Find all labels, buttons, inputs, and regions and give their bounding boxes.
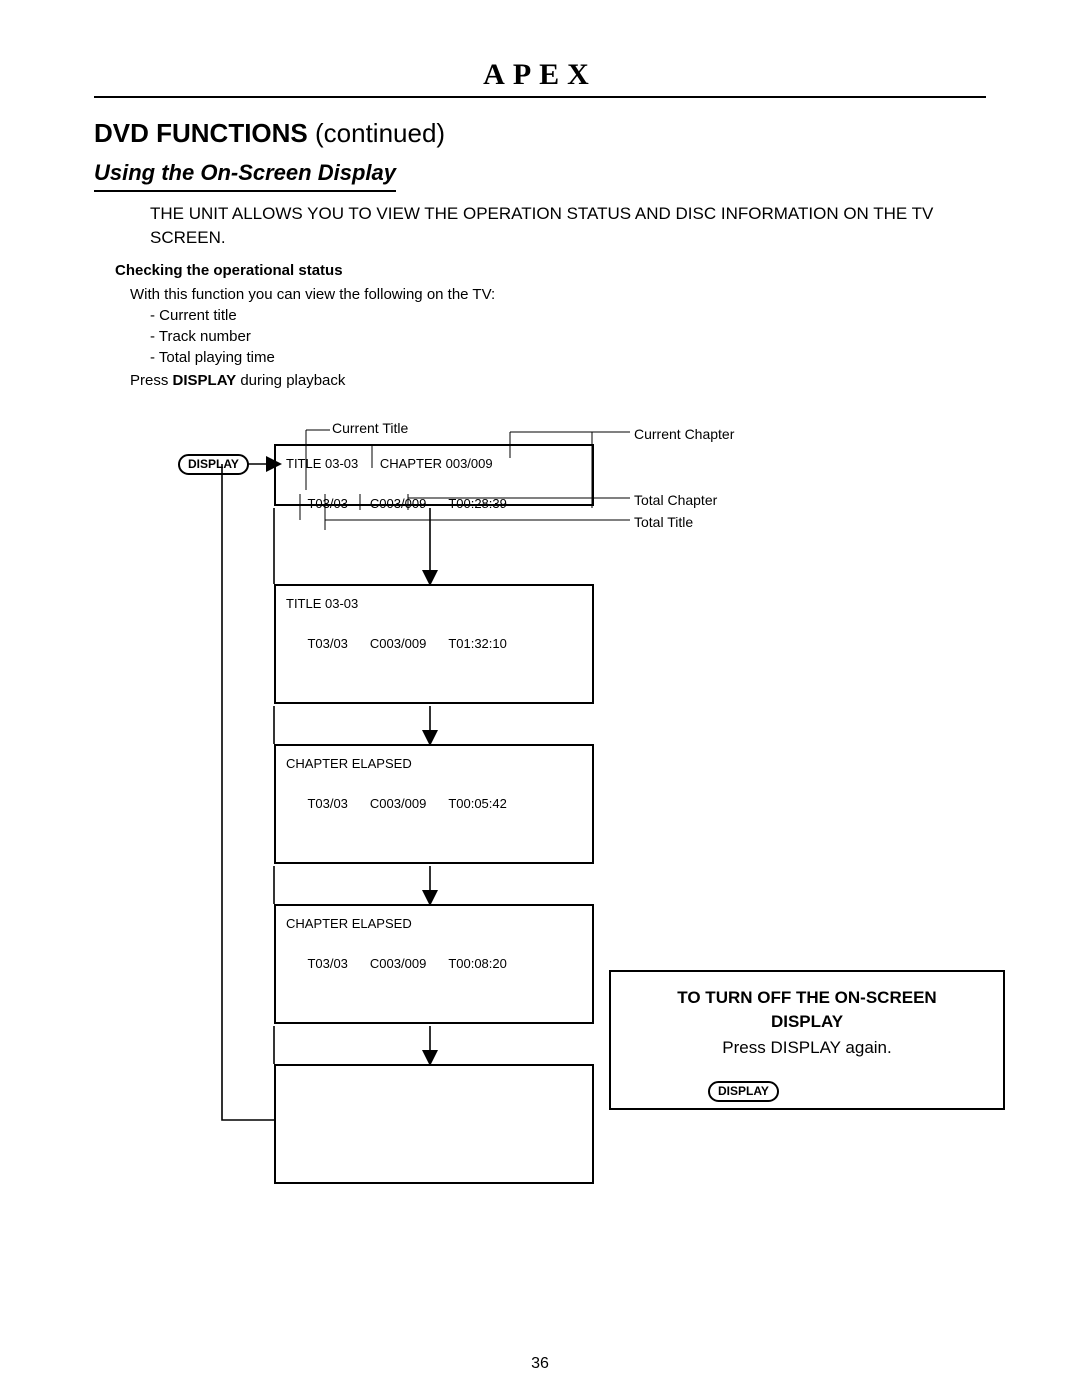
display-remote-button: DISPLAY [178,454,249,475]
turn-off-box: TO TURN OFF THE ON-SCREEN DISPLAY Press … [609,970,1005,1110]
turnoff-text: Press DISPLAY again. [627,1036,987,1060]
s3-t: T03/03 [307,796,347,811]
s1-c: C003/009 [370,496,426,511]
intro-paragraph: THE UNIT ALLOWS YOU TO VIEW THE OPERATIO… [150,202,980,250]
turnoff-heading: TO TURN OFF THE ON-SCREEN DISPLAY [627,986,987,1034]
osd-screen-2: TITLE 03-03 T03/03 C003/009 T01:32:10 [274,584,594,704]
page-number: 36 [0,1355,1080,1373]
anno-total-chapter: Total Chapter [634,492,717,508]
check-item: - Track number [150,326,495,347]
subsection-title: Using the On-Screen Display [94,160,396,192]
brand-logo: APEX [0,58,1080,92]
s2-c: C003/009 [370,636,426,651]
display-remote-button: DISPLAY [708,1081,779,1102]
s2-time: T01:32:10 [448,636,507,651]
s1-t: T03/03 [307,496,347,511]
osd-screen-3: CHAPTER ELAPSED T03/03 C003/009 T00:05:42 [274,744,594,864]
check-item: - Total playing time [150,347,495,368]
section-title-rest: (continued) [308,118,445,148]
anno-current-chapter: Current Chapter [634,426,734,442]
checking-status-heading: Checking the operational status [115,262,343,279]
section-title-bold: DVD FUNCTIONS [94,118,308,148]
checking-status-body: With this function you can view the foll… [130,284,495,391]
s4-t: T03/03 [307,956,347,971]
section-title: DVD FUNCTIONS (continued) [94,118,445,149]
check-lead: With this function you can view the foll… [130,284,495,305]
s4-time: T00:08:20 [448,956,507,971]
s4-title: CHAPTER ELAPSED [286,916,412,931]
osd-screen-5-blank [274,1064,594,1184]
s2-title: TITLE 03-03 [286,596,358,611]
anno-total-title: Total Title [634,514,693,530]
s4-c: C003/009 [370,956,426,971]
s3-c: C003/009 [370,796,426,811]
osd-screen-4: CHAPTER ELAPSED T03/03 C003/009 T00:08:20 [274,904,594,1024]
anno-current-title: Current Title [332,420,408,436]
press-display-line: Press DISPLAY during playback [130,370,495,391]
s1-title: TITLE 03-03 [286,456,358,471]
manual-page: APEX DVD FUNCTIONS (continued) Using the… [0,0,1080,1397]
s3-time: T00:05:42 [448,796,507,811]
s1-time: T00:28:39 [448,496,507,511]
check-item: - Current title [150,305,495,326]
header-rule [94,96,986,98]
s1-chapter: CHAPTER 003/009 [380,456,493,471]
s3-title: CHAPTER ELAPSED [286,756,412,771]
s2-t: T03/03 [307,636,347,651]
osd-screen-1: TITLE 03-03 CHAPTER 003/009 T03/03C003/0… [274,444,594,506]
